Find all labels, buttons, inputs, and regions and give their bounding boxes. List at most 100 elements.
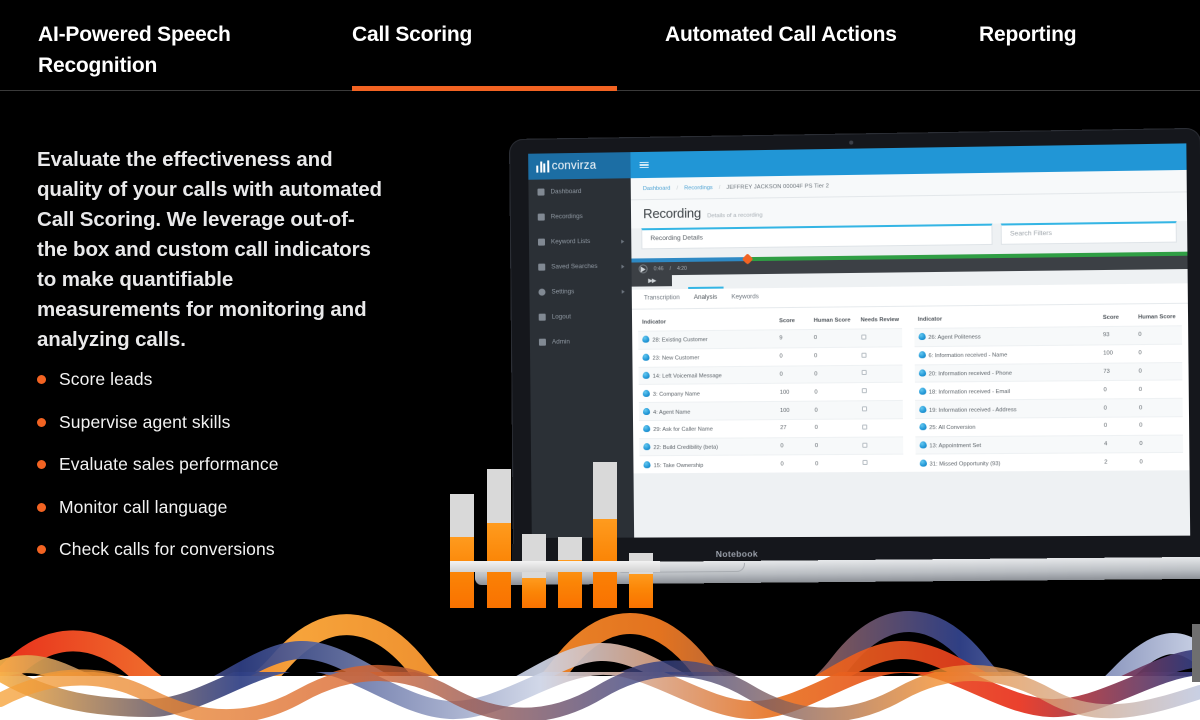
recording-details-panel[interactable]: Recording Details: [641, 223, 993, 250]
needs-review-checkbox[interactable]: [861, 460, 868, 466]
water-drop-icon: [918, 405, 926, 413]
cell-human-score: 0: [1134, 343, 1183, 363]
home-icon: [537, 188, 545, 196]
table-row[interactable]: 23: New Customer 0 0: [638, 346, 902, 367]
bullet-dot-icon: [37, 545, 46, 554]
play-button[interactable]: [638, 264, 648, 274]
table-row[interactable]: 13: Appointment Set 4 0: [914, 434, 1184, 455]
gear-icon: [538, 288, 546, 296]
table-row[interactable]: 25: All Conversion 0 0: [914, 416, 1183, 437]
tools-icon: [538, 338, 546, 346]
hamburger-menu-icon[interactable]: [639, 161, 649, 169]
sidebar-item-admin[interactable]: Admin: [530, 329, 633, 355]
water-drop-icon: [643, 425, 651, 433]
bookmark-icon: [538, 263, 546, 271]
water-drop-icon: [642, 336, 650, 344]
cell-human-score: 0: [1134, 362, 1183, 381]
indicator-tables: Indicator Score Human Score Needs Review…: [631, 303, 1190, 474]
bar-chart-bar: [558, 537, 582, 608]
table-row[interactable]: 19: Information received - Address 0 0: [914, 398, 1183, 419]
nav-tab-reporting[interactable]: Reporting: [979, 19, 1077, 50]
water-drop-icon: [917, 333, 926, 341]
table-row[interactable]: 6: Information received - Name 100 0: [914, 343, 1183, 365]
breadcrumb-recordings[interactable]: Recordings: [684, 185, 713, 191]
bullet-label: Score leads: [59, 369, 153, 389]
sidebar-item-settings[interactable]: Settings: [529, 279, 632, 305]
sidebar-item-logout[interactable]: Logout: [530, 304, 633, 330]
cell-human-score: 0: [1134, 398, 1183, 417]
cell-human-score: 0: [810, 436, 858, 456]
cell-indicator: 22: Build Credibility (beta): [639, 437, 777, 457]
needs-review-checkbox[interactable]: [861, 388, 867, 394]
nav-tab-automated-call-actions[interactable]: Automated Call Actions: [665, 19, 897, 50]
bar-chart-bar: [593, 462, 617, 608]
table-row[interactable]: 29: Ask for Caller Name 27 0: [639, 418, 903, 439]
cell-indicator: 13: Appointment Set: [914, 435, 1101, 455]
active-tab-underline: [352, 86, 617, 91]
table-row[interactable]: 15: Take Ownership 0 0: [639, 454, 903, 474]
player-duration: 4:20: [676, 265, 687, 272]
nav-tab-call-scoring[interactable]: Call Scoring: [352, 19, 472, 50]
cell-indicator: 29: Ask for Caller Name: [639, 419, 777, 439]
cell-human-score: 0: [810, 400, 858, 420]
cell-needs-review: [857, 436, 903, 455]
cell-indicator: 23: New Customer: [638, 347, 776, 367]
water-drop-icon: [919, 459, 927, 467]
bullet-dot-icon: [37, 417, 46, 427]
sidebar-item-recordings[interactable]: Recordings: [529, 203, 632, 229]
breadcrumb-current: JEFFREY JACKSON 00004F PS Tier 2: [726, 182, 830, 191]
list-item: Supervise agent skills: [37, 411, 437, 433]
convirza-logo[interactable]: convirza: [528, 152, 631, 180]
table-row[interactable]: 18: Information received - Email 0 0: [914, 380, 1183, 401]
cell-indicator: 19: Information received - Address: [914, 399, 1100, 419]
cell-score: 100: [775, 401, 811, 420]
player-time-separator: /: [669, 265, 671, 272]
table-row[interactable]: 14: Left Voicemail Message 0 0: [638, 364, 903, 385]
player-speed-button[interactable]: ▶▶: [631, 275, 673, 287]
sidebar-item-saved-searches[interactable]: Saved Searches: [529, 254, 632, 280]
cell-score: 93: [1098, 326, 1135, 345]
bar-chart-shelf: [450, 561, 660, 572]
cell-score: 73: [1099, 362, 1135, 381]
list-icon: [537, 238, 546, 246]
column-header-indicator: Indicator: [917, 316, 943, 323]
needs-review-checkbox[interactable]: [861, 442, 867, 448]
tab-analysis[interactable]: Analysis: [694, 294, 717, 304]
top-navigation: AI-Powered Speech Recognition Call Scori…: [0, 0, 1200, 91]
list-item: Monitor call language: [37, 496, 437, 518]
needs-review-checkbox[interactable]: [861, 424, 867, 430]
water-drop-icon: [919, 441, 927, 449]
breadcrumb-dashboard[interactable]: Dashboard: [643, 185, 671, 191]
cell-score: 0: [775, 365, 811, 384]
search-filters-placeholder: Search Filters: [1009, 229, 1053, 238]
table-row[interactable]: 20: Information received - Phone 73 0: [914, 362, 1183, 383]
needs-review-checkbox[interactable]: [860, 334, 866, 340]
water-drop-icon: [918, 387, 926, 395]
table-row[interactable]: 22: Build Credibility (beta) 0 0: [639, 436, 903, 457]
cell-score: 0: [776, 437, 811, 456]
cell-human-score: 0: [810, 382, 858, 402]
tab-transcription[interactable]: Transcription: [644, 294, 680, 304]
tab-keywords[interactable]: Keywords: [731, 293, 759, 303]
sidebar-item-keyword-lists[interactable]: Keyword Lists: [529, 228, 632, 254]
sidebar-item-label: Recordings: [550, 213, 583, 221]
nav-tab-ai-powered-speech-recognition[interactable]: AI-Powered Speech Recognition: [38, 19, 288, 81]
cell-indicator: 25: All Conversion: [914, 417, 1100, 437]
bullet-label: Check calls for conversions: [59, 539, 275, 559]
needs-review-checkbox[interactable]: [861, 370, 867, 376]
cell-human-score: 0: [809, 329, 857, 348]
table-row[interactable]: 31: Missed Opportunity (93) 2 0: [915, 452, 1184, 473]
needs-review-checkbox[interactable]: [860, 352, 867, 358]
sidebar-item-dashboard[interactable]: Dashboard: [528, 178, 631, 205]
sidebar-item-label: Dashboard: [550, 187, 582, 196]
audio-player: 0:46 / 4:20 ▶▶: [631, 251, 1188, 287]
search-filters-input[interactable]: Search Filters: [1000, 221, 1177, 245]
cell-human-score: 0: [1135, 434, 1184, 454]
scrollbar-thumb[interactable]: [1192, 624, 1200, 682]
chevron-right-icon: [621, 289, 625, 294]
table-row[interactable]: 3: Company Name 100 0: [638, 382, 903, 403]
cell-score: 0: [776, 455, 812, 473]
cell-needs-review: [856, 346, 902, 365]
table-row[interactable]: 4: Agent Name 100 0: [638, 400, 903, 421]
needs-review-checkbox[interactable]: [861, 406, 867, 412]
